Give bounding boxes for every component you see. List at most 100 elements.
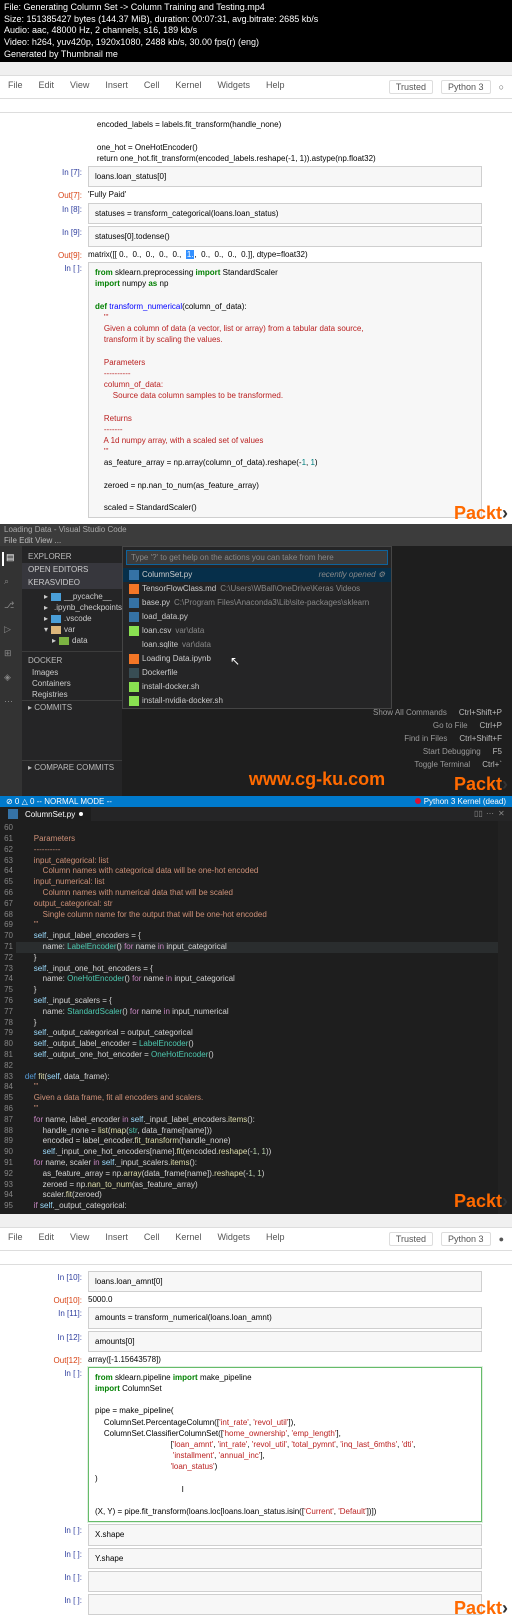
vscode-menubar: File Edit View ... (0, 535, 512, 546)
palette-item[interactable]: TensorFlowClass.mdC:\Users\WBall\OneDriv… (123, 582, 391, 596)
palette-item[interactable]: load_data.py (123, 610, 391, 624)
palette-input[interactable]: Type '?' to get help on the actions you … (126, 550, 388, 565)
packt-logo: Packt› (454, 503, 508, 524)
out-prompt: Out[12]: (30, 1354, 88, 1365)
project-section[interactable]: KERASVIDEO (22, 576, 122, 589)
status-left: ⊘ 0 △ 0 -- NORMAL MODE -- (6, 797, 112, 806)
split-editor-icon[interactable]: ▯▯ (474, 809, 484, 819)
folder-data[interactable]: ▸data (24, 635, 120, 646)
docker-images[interactable]: Images (22, 667, 122, 678)
line-gutter: 60 61 62 63 64 65 66 67 68 69 70 71 72 7… (0, 821, 16, 1214)
menu-help[interactable]: Help (266, 1232, 285, 1246)
file-type-icon (129, 584, 139, 594)
scm-icon[interactable]: ⎇ (4, 600, 18, 614)
code-area[interactable]: Parameters ---------- input_categorical:… (16, 821, 498, 1214)
in-prompt: In [12]: (30, 1331, 88, 1352)
docker-icon[interactable]: ◈ (4, 672, 18, 686)
code-cell[interactable] (88, 1594, 482, 1615)
folder-icon (59, 637, 69, 645)
trusted-badge[interactable]: Trusted (389, 1232, 433, 1246)
code-cell[interactable] (88, 1571, 482, 1592)
cell-output: 'Fully Paid' (88, 189, 482, 200)
open-editors-section[interactable]: OPEN EDITORS (22, 563, 122, 576)
folder-pycache[interactable]: ▸__pycache__ (24, 591, 120, 602)
minimap[interactable] (498, 821, 512, 1214)
folder-checkpoints[interactable]: ▸.ipynb_checkpoints (24, 602, 120, 613)
menu-cell[interactable]: Cell (144, 80, 160, 94)
kernel-badge[interactable]: Python 3 (441, 80, 491, 94)
code-cell[interactable]: loans.loan_status[0] (88, 166, 482, 187)
folder-icon (51, 615, 61, 623)
file-type-icon (129, 612, 139, 622)
menu-view[interactable]: View (70, 1232, 89, 1246)
palette-item[interactable]: loan.csvvar\data (123, 624, 391, 638)
menu-cell[interactable]: Cell (144, 1232, 160, 1246)
menu-edit[interactable]: Edit (39, 80, 55, 94)
editor-area: Type '?' to get help on the actions you … (122, 546, 512, 796)
compare-commits-section[interactable]: ▸ COMPARE COMMITS (22, 760, 122, 780)
code-cell[interactable]: X.shape (88, 1524, 482, 1545)
trusted-badge[interactable]: Trusted (389, 80, 433, 94)
code-cell[interactable]: Y.shape (88, 1548, 482, 1569)
kernel-badge[interactable]: Python 3 (441, 1232, 491, 1246)
out-prompt: Out[9]: (30, 249, 88, 260)
more-icon[interactable]: ⋯ (486, 809, 496, 819)
menu-insert[interactable]: Insert (105, 1232, 128, 1246)
code-cell[interactable]: amounts = transform_numerical(loans.loan… (88, 1307, 482, 1328)
in-prompt: In [9]: (30, 226, 88, 247)
menu-kernel[interactable]: Kernel (175, 80, 201, 94)
more-icon[interactable]: ⋯ (4, 696, 18, 710)
packt-logo: Packt› (454, 774, 508, 795)
file-type-icon (129, 668, 139, 678)
code-cell-active[interactable]: from sklearn.pipeline import make_pipeli… (88, 1367, 482, 1522)
menu-widgets[interactable]: Widgets (217, 1232, 250, 1246)
in-prompt: In [ ]: (30, 1548, 88, 1569)
out-prompt: Out[7]: (30, 189, 88, 200)
palette-item[interactable]: install-nvidia-docker.sh (123, 694, 391, 708)
tab-columnset[interactable]: ColumnSet.py (0, 807, 92, 821)
docker-section[interactable]: DOCKER (22, 654, 122, 667)
code-cell[interactable]: loans.loan_amnt[0] (88, 1271, 482, 1292)
commits-section[interactable]: ▸ COMMITS (22, 700, 122, 720)
file-type-icon (129, 570, 139, 580)
debug-icon[interactable]: ▷ (4, 624, 18, 638)
menu-edit[interactable]: Edit (39, 1232, 55, 1246)
menu-kernel[interactable]: Kernel (175, 1232, 201, 1246)
docker-registries[interactable]: Registries (22, 689, 122, 700)
code-cell[interactable]: statuses = transform_categorical(loans.l… (88, 203, 482, 224)
folder-var[interactable]: ▾var (24, 624, 120, 635)
menu-help[interactable]: Help (266, 80, 285, 94)
menu-file[interactable]: File (8, 80, 23, 94)
jupyter-toolbar (0, 1251, 512, 1265)
jupyter-notebook-1: File Edit View Insert Cell Kernel Widget… (0, 62, 512, 524)
vscode-titlebar: Loading Data - Visual Studio Code (0, 524, 512, 535)
menu-widgets[interactable]: Widgets (217, 80, 250, 94)
code-cell[interactable]: amounts[0] (88, 1331, 482, 1352)
code-editor[interactable]: 60 61 62 63 64 65 66 67 68 69 70 71 72 7… (0, 821, 512, 1214)
in-prompt: In [ ]: (30, 1524, 88, 1545)
in-prompt: In [ ]: (30, 1571, 88, 1592)
palette-item[interactable]: install-docker.sh (123, 680, 391, 694)
menu-view[interactable]: View (70, 80, 89, 94)
palette-item[interactable]: ColumnSet.pyrecently opened ⚙ (123, 568, 391, 582)
file-type-icon (129, 696, 139, 706)
menu-insert[interactable]: Insert (105, 80, 128, 94)
editor-tabs: ColumnSet.py ▯▯ ⋯ ✕ (0, 807, 512, 821)
code-cell[interactable]: statuses[0].todense() (88, 226, 482, 247)
palette-item[interactable]: Dockerfile (123, 666, 391, 680)
menu-file[interactable]: File (8, 1232, 23, 1246)
explorer-icon[interactable]: ▤ (2, 552, 16, 566)
docker-containers[interactable]: Containers (22, 678, 122, 689)
palette-item[interactable]: Loading Data.ipynb (123, 652, 391, 666)
shortcut-row: Show All CommandsCtrl+Shift+P (373, 706, 502, 719)
close-icon[interactable]: ✕ (498, 809, 508, 819)
code-cell[interactable]: from sklearn.preprocessing import Standa… (88, 262, 482, 518)
packt-logo: Packt› (454, 1598, 508, 1619)
search-icon[interactable]: ⌕ (4, 576, 18, 590)
kernel-status-icon: ○ (499, 82, 504, 92)
folder-vscode[interactable]: ▸.vscode (24, 613, 120, 624)
palette-item[interactable]: loan.sqlitevar\data (123, 638, 391, 652)
in-prompt: In [ ]: (30, 1594, 88, 1615)
palette-item[interactable]: base.pyC:\Program Files\Anaconda3\Lib\si… (123, 596, 391, 610)
extensions-icon[interactable]: ⊞ (4, 648, 18, 662)
